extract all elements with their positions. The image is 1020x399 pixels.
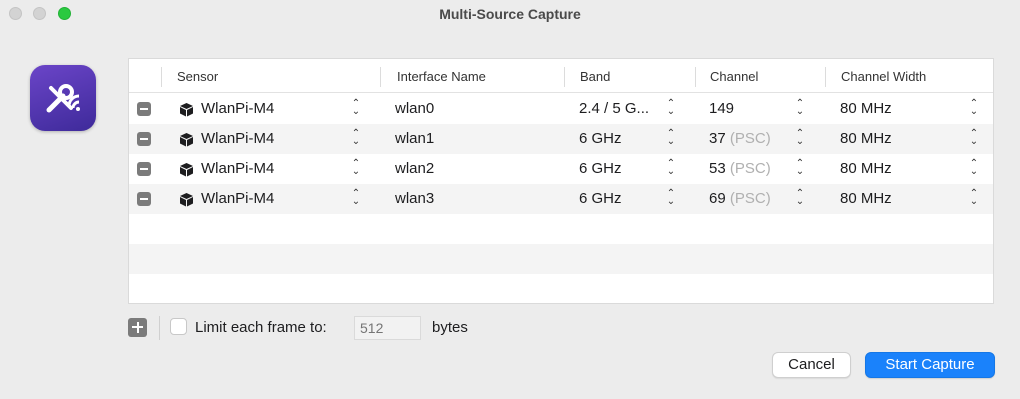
add-source-button[interactable] <box>128 318 147 337</box>
table-row: WlanPi-M4 ⌃ ⌄ wlan2 6 GHz ⌃ ⌄ 53 (PSC) ⌃ ⌄ … <box>129 154 993 184</box>
band-value[interactable]: 6 GHz <box>579 130 622 147</box>
column-header-sensor[interactable]: Sensor <box>177 69 218 84</box>
channel-select-chevron-icon[interactable]: ⌃ ⌄ <box>795 159 805 177</box>
sensor-select-chevron-icon[interactable]: ⌃ ⌄ <box>351 159 361 177</box>
empty-row <box>129 214 993 244</box>
channel-value[interactable]: 69 (PSC) <box>709 190 771 207</box>
interface-value[interactable]: wlan3 <box>395 190 434 207</box>
column-header-channel-width[interactable]: Channel Width <box>841 69 926 84</box>
table-header: Sensor Interface Name Band Channel Chann… <box>129 59 993 93</box>
channel-width-select-chevron-icon[interactable]: ⌃ ⌄ <box>969 99 979 117</box>
interface-value[interactable]: wlan1 <box>395 130 434 147</box>
window-title: Multi-Source Capture <box>439 6 581 22</box>
channel-value[interactable]: 37 (PSC) <box>709 130 771 147</box>
column-header-channel[interactable]: Channel <box>710 69 758 84</box>
table-row: WlanPi-M4 ⌃ ⌄ wlan1 6 GHz ⌃ ⌄ 37 (PSC) ⌃ ⌄ … <box>129 124 993 154</box>
channel-select-chevron-icon[interactable]: ⌃ ⌄ <box>795 99 805 117</box>
channel-value[interactable]: 53 (PSC) <box>709 160 771 177</box>
interface-value[interactable]: wlan0 <box>395 100 434 117</box>
empty-row <box>129 244 993 274</box>
column-separator <box>380 67 381 87</box>
sources-table: Sensor Interface Name Band Channel Chann… <box>128 58 994 304</box>
band-select-chevron-icon[interactable]: ⌃ ⌄ <box>666 189 676 207</box>
band-select-chevron-icon[interactable]: ⌃ ⌄ <box>666 99 676 117</box>
band-value[interactable]: 6 GHz <box>579 190 622 207</box>
footer-divider <box>159 316 160 340</box>
channel-select-chevron-icon[interactable]: ⌃ ⌄ <box>795 189 805 207</box>
column-header-band[interactable]: Band <box>580 69 610 84</box>
channel-width-select-chevron-icon[interactable]: ⌃ ⌄ <box>969 159 979 177</box>
multi-source-capture-window: Multi-Source Capture Sensor Interface Na… <box>0 0 1020 399</box>
limit-frame-checkbox[interactable] <box>170 318 187 335</box>
channel-width-value[interactable]: 80 MHz <box>840 100 892 117</box>
table-row: WlanPi-M4 ⌃ ⌄ wlan3 6 GHz ⌃ ⌄ 69 (PSC) ⌃ ⌄ … <box>129 184 993 214</box>
channel-width-select-chevron-icon[interactable]: ⌃ ⌄ <box>969 189 979 207</box>
channel-width-value[interactable]: 80 MHz <box>840 130 892 147</box>
sensor-select-chevron-icon[interactable]: ⌃ ⌄ <box>351 99 361 117</box>
channel-value[interactable]: 149 <box>709 100 734 117</box>
wifi-tools-icon <box>30 65 96 131</box>
cube-icon <box>180 103 193 117</box>
column-separator <box>695 67 696 87</box>
table-row: WlanPi-M4 ⌃ ⌄ wlan0 2.4 / 5 G... ⌃ ⌄ 149 ⌃… <box>129 94 993 124</box>
channel-width-value[interactable]: 80 MHz <box>840 190 892 207</box>
band-value[interactable]: 6 GHz <box>579 160 622 177</box>
column-header-interface-name[interactable]: Interface Name <box>397 69 486 84</box>
channel-width-select-chevron-icon[interactable]: ⌃ ⌄ <box>969 129 979 147</box>
sensor-select-chevron-icon[interactable]: ⌃ ⌄ <box>351 129 361 147</box>
start-capture-button[interactable]: Start Capture <box>865 352 995 378</box>
sensor-value[interactable]: WlanPi-M4 <box>201 100 274 117</box>
column-separator <box>564 67 565 87</box>
interface-value[interactable]: wlan2 <box>395 160 434 177</box>
title-bar: Multi-Source Capture <box>0 0 1020 28</box>
channel-select-chevron-icon[interactable]: ⌃ ⌄ <box>795 129 805 147</box>
remove-row-button[interactable] <box>137 102 151 116</box>
sensor-select-chevron-icon[interactable]: ⌃ ⌄ <box>351 189 361 207</box>
column-separator <box>825 67 826 87</box>
column-separator <box>161 67 162 87</box>
cube-icon <box>180 163 193 177</box>
empty-row <box>129 274 993 304</box>
band-select-chevron-icon[interactable]: ⌃ ⌄ <box>666 159 676 177</box>
sensor-value[interactable]: WlanPi-M4 <box>201 160 274 177</box>
cube-icon <box>180 193 193 207</box>
remove-row-button[interactable] <box>137 132 151 146</box>
sensor-value[interactable]: WlanPi-M4 <box>201 190 274 207</box>
band-value[interactable]: 2.4 / 5 G... <box>579 100 649 117</box>
cube-icon <box>180 133 193 147</box>
band-select-chevron-icon[interactable]: ⌃ ⌄ <box>666 129 676 147</box>
channel-width-value[interactable]: 80 MHz <box>840 160 892 177</box>
frame-size-input[interactable] <box>354 316 421 340</box>
remove-row-button[interactable] <box>137 192 151 206</box>
cancel-button[interactable]: Cancel <box>772 352 851 378</box>
limit-frame-label: Limit each frame to: <box>195 319 327 336</box>
bytes-label: bytes <box>432 319 468 336</box>
sensor-value[interactable]: WlanPi-M4 <box>201 130 274 147</box>
remove-row-button[interactable] <box>137 162 151 176</box>
